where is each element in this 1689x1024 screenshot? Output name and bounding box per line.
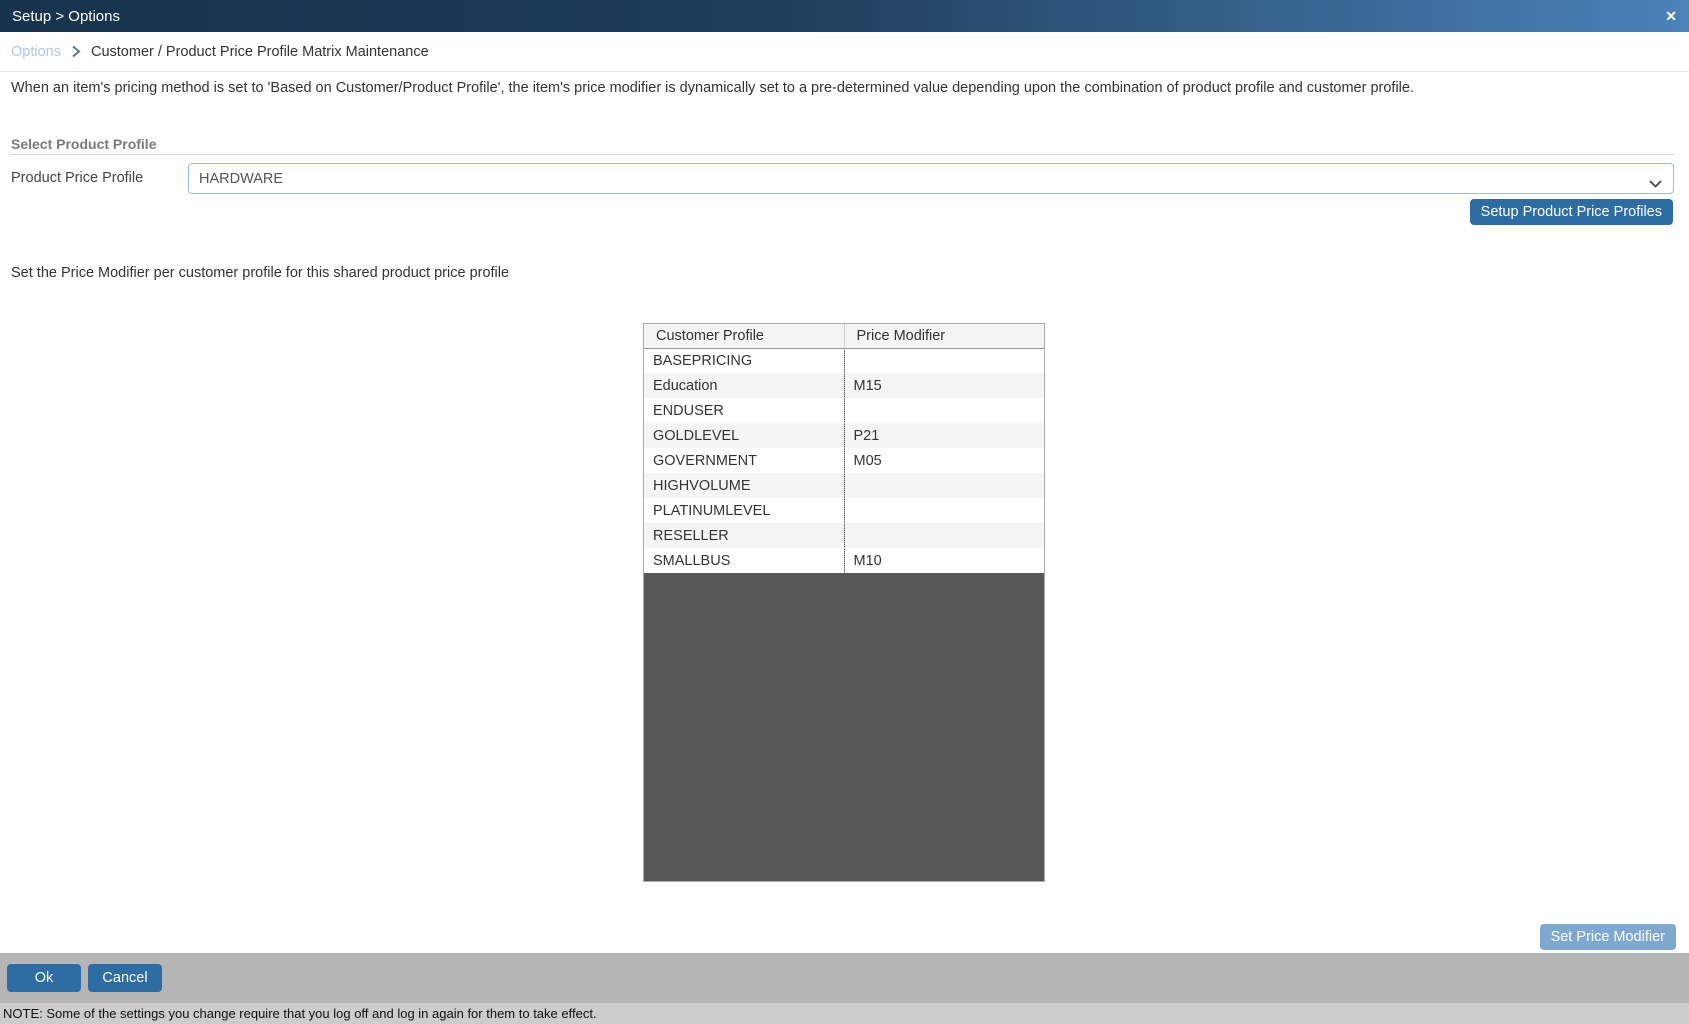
customer-profile-cell: BASEPRICING [644, 348, 844, 373]
matrix-instruction: Set the Price Modifier per customer prof… [11, 265, 509, 281]
customer-profile-cell: GOLDLEVEL [644, 423, 844, 448]
section-divider [10, 154, 1675, 155]
table-header-row: Customer Profile Price Modifier [644, 324, 1044, 348]
column-header-price-modifier[interactable]: Price Modifier [844, 324, 1044, 348]
price-modifier-cell [844, 473, 1044, 498]
customer-profile-cell: ENDUSER [644, 398, 844, 423]
table-row[interactable]: RESELLER [644, 523, 1044, 548]
price-modifier-cell: M10 [844, 548, 1044, 573]
section-heading: Select Product Profile [11, 136, 156, 152]
product-price-profile-label: Product Price Profile [11, 170, 143, 186]
table-row[interactable]: HIGHVOLUME [644, 473, 1044, 498]
chevron-right-icon [71, 45, 81, 58]
price-modifier-cell [844, 348, 1044, 373]
customer-profile-cell: RESELLER [644, 523, 844, 548]
intro-text: When an item's pricing method is set to … [11, 80, 1679, 96]
footer-action-bar: Ok Cancel [0, 953, 1689, 1003]
chevron-down-icon [1649, 176, 1662, 192]
close-icon[interactable]: ✕ [1665, 9, 1677, 23]
breadcrumb-options-link[interactable]: Options [11, 44, 61, 60]
price-modifier-cell [844, 398, 1044, 423]
price-modifier-cell: P21 [844, 423, 1044, 448]
options-window: Setup > Options ✕ Options Customer / Pro… [0, 0, 1689, 1024]
price-modifier-cell: M05 [844, 448, 1044, 473]
breadcrumb: Options Customer / Product Price Profile… [0, 32, 1689, 72]
table-row[interactable]: ENDUSER [644, 398, 1044, 423]
window-titlebar: Setup > Options ✕ [0, 0, 1689, 32]
ok-button[interactable]: Ok [7, 964, 81, 992]
cancel-button[interactable]: Cancel [88, 964, 162, 992]
table-row[interactable]: GOLDLEVEL P21 [644, 423, 1044, 448]
setup-product-price-profiles-button[interactable]: Setup Product Price Profiles [1470, 199, 1673, 225]
price-modifier-cell [844, 498, 1044, 523]
footer-note: NOTE: Some of the settings you change re… [0, 1003, 1689, 1024]
customer-profile-cell: Education [644, 373, 844, 398]
price-modifier-table: Customer Profile Price Modifier BASEPRIC… [644, 324, 1044, 573]
customer-profile-cell: SMALLBUS [644, 548, 844, 573]
customer-profile-cell: PLATINUMLEVEL [644, 498, 844, 523]
window-title: Setup > Options [12, 8, 120, 25]
product-price-profile-select[interactable]: HARDWARE [188, 163, 1674, 194]
table-row[interactable]: BASEPRICING [644, 348, 1044, 373]
breadcrumb-current: Customer / Product Price Profile Matrix … [91, 44, 429, 60]
set-price-modifier-button[interactable]: Set Price Modifier [1540, 924, 1676, 950]
table-row[interactable]: Education M15 [644, 373, 1044, 398]
column-header-customer-profile[interactable]: Customer Profile [644, 324, 844, 348]
price-modifier-grid: Customer Profile Price Modifier BASEPRIC… [643, 323, 1045, 882]
price-modifier-cell [844, 523, 1044, 548]
table-row[interactable]: SMALLBUS M10 [644, 548, 1044, 573]
selected-profile-value: HARDWARE [199, 171, 283, 187]
table-row[interactable]: PLATINUMLEVEL [644, 498, 1044, 523]
customer-profile-cell: HIGHVOLUME [644, 473, 844, 498]
customer-profile-cell: GOVERNMENT [644, 448, 844, 473]
price-modifier-cell: M15 [844, 373, 1044, 398]
table-row[interactable]: GOVERNMENT M05 [644, 448, 1044, 473]
